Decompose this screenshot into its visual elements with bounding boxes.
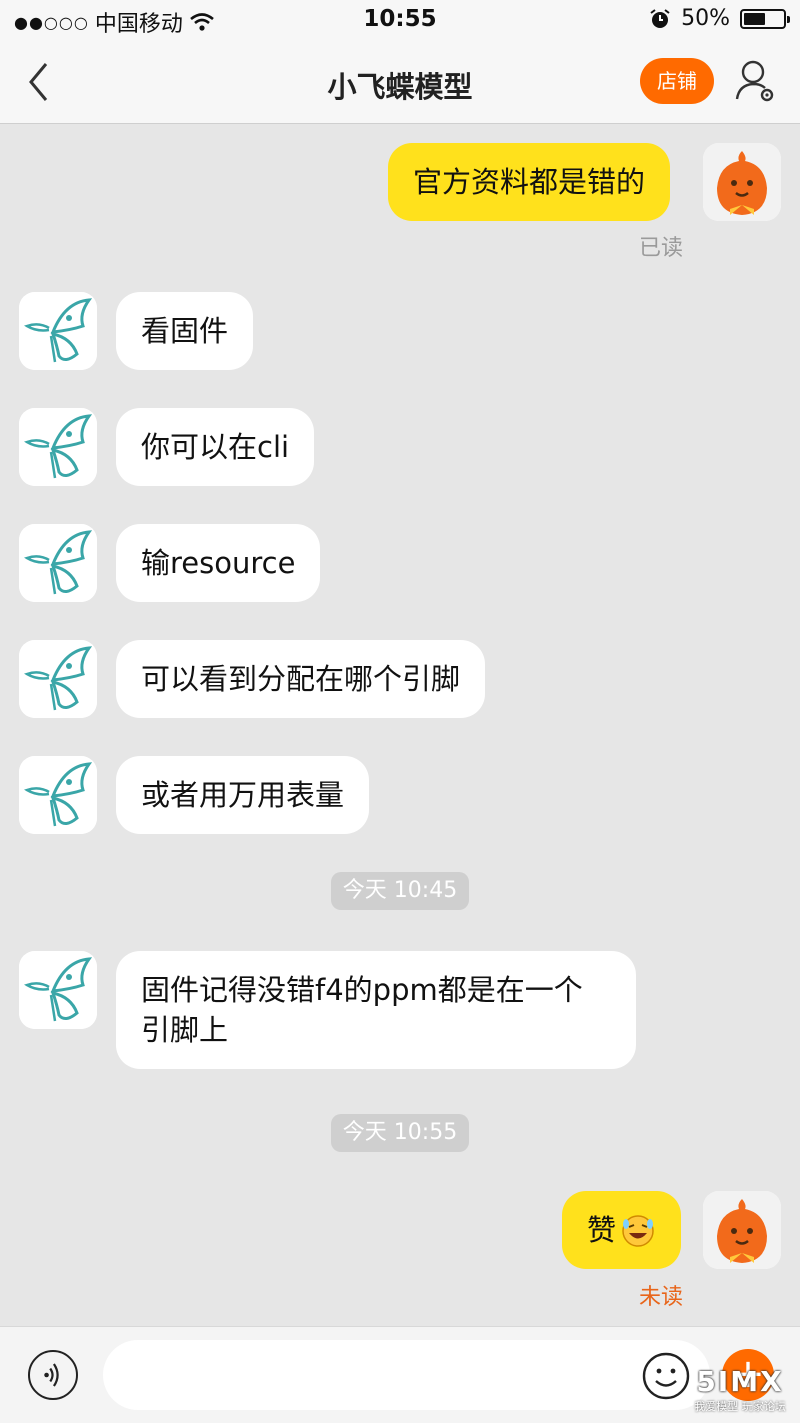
timestamp-divider: 今天 10:45	[331, 872, 469, 910]
contact-avatar[interactable]	[19, 640, 97, 718]
butterfly-logo-icon	[19, 756, 97, 834]
nav-bar: 小飞蝶模型 店铺	[0, 40, 800, 124]
butterfly-logo-icon	[19, 640, 97, 718]
message-text: 或者用万用表量	[141, 778, 345, 812]
status-bar: ●●○○○ 中国移动 10:55 50%	[0, 0, 800, 40]
unread-status: 未读	[639, 1285, 684, 1310]
message-input[interactable]	[103, 1340, 710, 1410]
watermark-text: 我爱模型 玩家论坛	[694, 1400, 786, 1413]
status-right: 50%	[649, 6, 790, 31]
alarm-icon	[650, 8, 670, 28]
message-bubble-incoming[interactable]: 你可以在cli	[116, 408, 315, 486]
battery-percent: 50%	[681, 6, 730, 31]
battery-icon	[740, 8, 790, 29]
butterfly-logo-icon	[19, 292, 97, 370]
message-bubble-outgoing[interactable]: 官方资料都是错的	[388, 143, 671, 221]
message-text: 输resource	[141, 546, 296, 580]
contact-avatar[interactable]	[19, 524, 97, 602]
voice-input-icon[interactable]	[28, 1350, 78, 1400]
read-status: 已读	[639, 236, 684, 261]
input-bar: + 5IMX 我爱模型 玩家论坛	[0, 1326, 800, 1423]
message-text: 看固件	[141, 314, 229, 348]
contact-avatar[interactable]	[19, 292, 97, 370]
contact-avatar[interactable]	[19, 951, 97, 1029]
message-text: 可以看到分配在哪个引脚	[141, 662, 461, 696]
message-bubble-incoming[interactable]: 固件记得没错f4的ppm都是在一个 引脚上	[116, 951, 636, 1069]
message-bubble-incoming[interactable]: 可以看到分配在哪个引脚	[116, 640, 486, 718]
message-bubble-incoming[interactable]: 或者用万用表量	[116, 756, 370, 834]
contact-avatar[interactable]	[19, 408, 97, 486]
shop-button[interactable]: 店铺	[640, 58, 714, 104]
butterfly-logo-icon	[19, 524, 97, 602]
timestamp-divider: 今天 10:55	[331, 1114, 469, 1152]
self-avatar[interactable]	[703, 1191, 781, 1269]
message-text: 官方资料都是错的	[413, 165, 646, 199]
message-text-line: 固件记得没错f4的ppm都是在一个	[141, 973, 583, 1007]
message-text: 赞	[587, 1213, 617, 1247]
self-avatar[interactable]	[703, 143, 781, 221]
user-settings-icon[interactable]	[734, 58, 778, 104]
contact-avatar[interactable]	[19, 756, 97, 834]
orange-mascot-icon	[703, 1191, 781, 1269]
butterfly-logo-icon	[19, 408, 97, 486]
message-bubble-incoming[interactable]: 输resource	[116, 524, 321, 602]
battery-fill	[744, 12, 765, 25]
watermark-logo: 5IMX	[696, 1365, 784, 1398]
orange-mascot-icon	[703, 143, 781, 221]
message-text-line: 引脚上	[141, 1013, 229, 1047]
message-bubble-outgoing[interactable]: 赞	[562, 1191, 682, 1269]
message-bubble-incoming[interactable]: 看固件	[116, 292, 254, 370]
butterfly-logo-icon	[19, 951, 97, 1029]
message-text: 你可以在cli	[141, 430, 290, 464]
laughing-emoji-icon	[622, 1215, 654, 1247]
watermark: 5IMX 我爱模型 玩家论坛	[684, 1365, 796, 1421]
